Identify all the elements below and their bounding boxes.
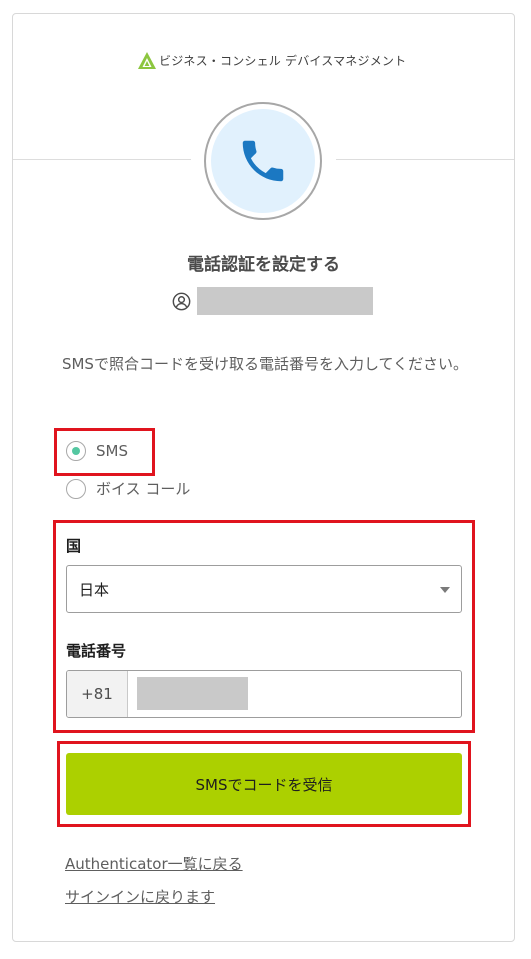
back-to-authenticators-link[interactable]: Authenticator一覧に戻る: [65, 853, 243, 874]
brand-name: ビジネス・コンシェル デバイスマネジメント: [159, 53, 407, 68]
country-code-prefix: +81: [67, 671, 128, 717]
radio-option-sms[interactable]: SMS: [66, 441, 128, 461]
radio-option-voice-call[interactable]: ボイス コール: [66, 478, 190, 499]
brand-logo-icon: [138, 51, 156, 69]
phone-badge: [204, 102, 322, 220]
user-identity: [172, 286, 373, 316]
country-label: 国: [66, 537, 82, 555]
radio-button[interactable]: [66, 478, 86, 499]
caret-down-icon: [440, 587, 450, 593]
user-circle-icon: [172, 292, 191, 311]
send-sms-code-button[interactable]: SMSでコードを受信: [66, 753, 462, 815]
back-to-signin-link[interactable]: サインインに戻ります: [65, 886, 215, 907]
brand-header: ビジネス・コンシェル デバイスマネジメント: [138, 50, 406, 70]
country-value: 日本: [79, 580, 110, 599]
country-select[interactable]: 日本: [66, 565, 462, 613]
page-title: 電話認証を設定する: [187, 255, 340, 275]
redacted-username: [197, 287, 373, 315]
divider: [13, 159, 191, 160]
redacted-phone-number[interactable]: [137, 677, 248, 710]
divider: [336, 159, 514, 160]
instruction-text: SMSで照合コードを受け取る電話番号を入力してください。: [61, 355, 469, 373]
radio-label: SMS: [96, 442, 128, 460]
phone-icon: [242, 140, 284, 182]
radio-label: ボイス コール: [96, 480, 191, 498]
phone-number-field[interactable]: +81: [66, 670, 462, 718]
phone-label: 電話番号: [66, 642, 127, 660]
radio-button[interactable]: [66, 441, 86, 461]
